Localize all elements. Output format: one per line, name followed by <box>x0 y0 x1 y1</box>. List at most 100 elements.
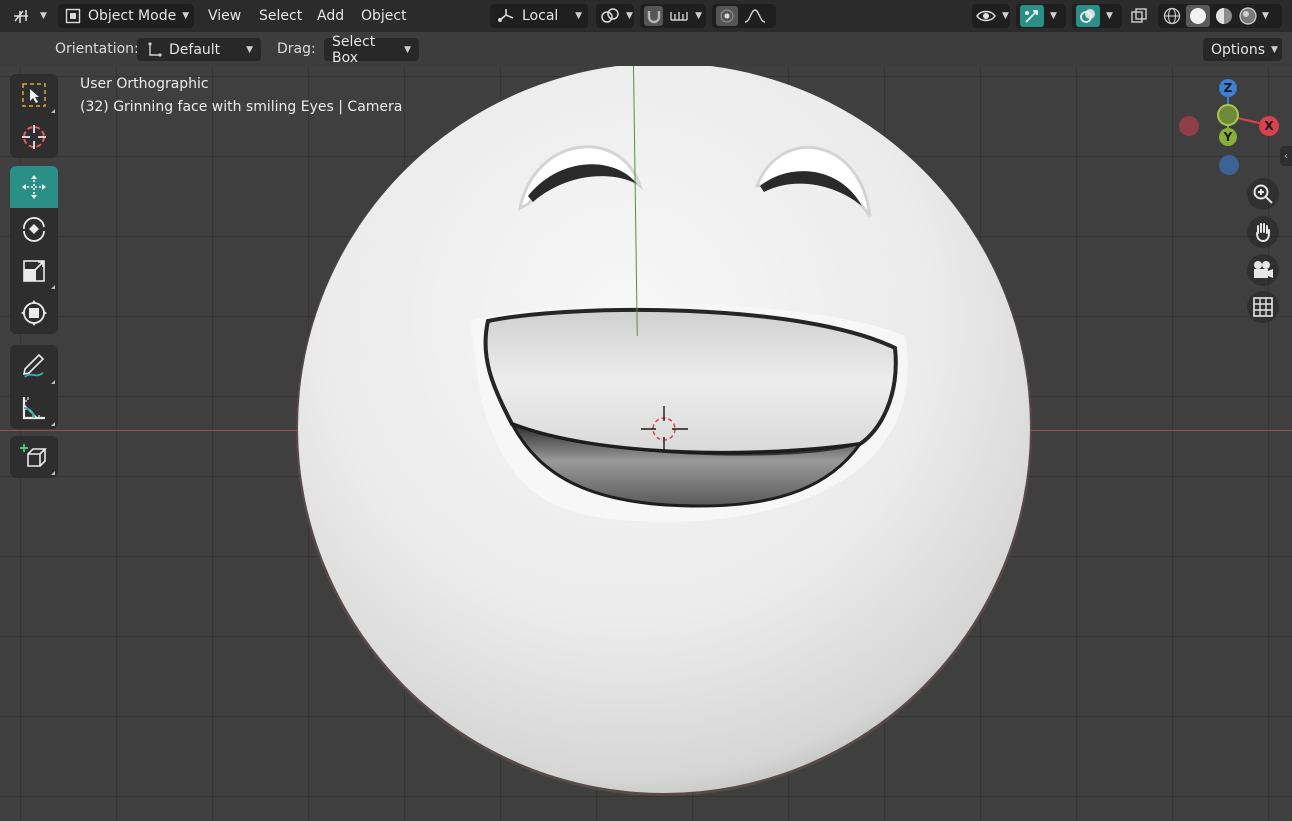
proportional-edit-icon[interactable] <box>716 6 738 26</box>
chevron-left-icon: ‹ <box>1284 150 1288 162</box>
gizmo-y-axis[interactable]: Y <box>1219 128 1237 146</box>
options-dropdown[interactable]: Options ▼ <box>1203 38 1282 61</box>
gizmo-x-label: X <box>1264 119 1274 133</box>
pan-hand-icon <box>1252 221 1274 243</box>
chevron-down-icon: ▼ <box>1262 11 1269 21</box>
move-icon <box>19 172 49 202</box>
zoom-button[interactable] <box>1247 178 1279 210</box>
pivot-link-icon <box>600 7 620 25</box>
menu-object[interactable]: Object <box>361 5 407 27</box>
transform-icon <box>19 298 49 328</box>
gizmo-toggle-group[interactable]: ▼ <box>1016 4 1066 28</box>
object-mode-icon <box>64 7 82 25</box>
falloff-curve-icon[interactable] <box>744 8 766 24</box>
tool-select-box[interactable] <box>10 74 58 116</box>
tool-corner-marker <box>51 285 55 289</box>
menu-add[interactable]: Add <box>317 5 344 27</box>
mode-selector[interactable]: Object Mode ▼ <box>58 4 194 28</box>
transform-orientation-selector[interactable]: Local ▼ <box>490 4 588 28</box>
visibility-selector[interactable]: ▼ <box>972 4 1010 28</box>
editor-type-button[interactable]: ▼ <box>12 4 47 28</box>
orientation-value: Default <box>169 41 221 58</box>
overlay-icon[interactable] <box>1076 5 1100 27</box>
scale-icon <box>20 257 48 285</box>
grid-view-icon <box>1252 296 1274 318</box>
select-box-icon <box>20 81 48 109</box>
chevron-down-icon: ▼ <box>695 11 702 21</box>
3d-viewport[interactable]: User Orthographic (32) Grinning face wit… <box>0 65 1292 821</box>
chevron-down-icon: ▼ <box>1002 11 1009 21</box>
chevron-down-icon: ▼ <box>1271 44 1278 55</box>
tool-corner-marker <box>51 109 55 113</box>
object-info: (32) Grinning face with smiling Eyes | C… <box>80 99 403 115</box>
orientation-label: Orientation: <box>55 41 139 57</box>
drag-value: Select Box <box>332 33 376 66</box>
chevron-down-icon: ▼ <box>626 11 633 21</box>
tool-scale[interactable] <box>10 250 58 292</box>
pan-button[interactable] <box>1247 216 1279 248</box>
add-cube-icon <box>19 442 49 472</box>
tool-corner-marker <box>51 380 55 384</box>
chevron-down-icon: ▼ <box>575 11 582 21</box>
viewport-header: ▼ Object Mode ▼ View Select Add Object L… <box>0 0 1292 32</box>
shading-mode-group[interactable]: ▼ <box>1158 4 1282 28</box>
mode-label: Object Mode <box>88 8 177 24</box>
wireframe-shading-icon[interactable] <box>1162 6 1182 26</box>
snap-increment-icon[interactable] <box>669 8 689 24</box>
tool-cursor[interactable] <box>10 116 58 158</box>
gizmo-z-label: Z <box>1223 81 1233 95</box>
solid-shading-icon[interactable] <box>1186 5 1210 27</box>
orientation-label: Local <box>522 8 559 24</box>
navigation-gizmo[interactable]: Z Y X <box>1170 78 1290 178</box>
sidebar-toggle[interactable]: ‹ <box>1280 146 1292 166</box>
tool-corner-marker <box>51 422 55 426</box>
rendered-shading-icon[interactable] <box>1238 6 1258 26</box>
gizmo-z-axis[interactable]: Z <box>1219 79 1237 97</box>
pivot-point-selector[interactable]: ▼ <box>596 4 634 28</box>
camera-icon <box>1251 259 1275 281</box>
chevron-down-icon: ▼ <box>1050 11 1057 21</box>
gizmo-y-label: Y <box>1223 130 1233 144</box>
menu-select[interactable]: Select <box>259 5 302 27</box>
toggle-grid-view-button[interactable] <box>1247 291 1279 323</box>
gizmo-neg-x-axis[interactable] <box>1179 116 1199 136</box>
orientation-dropdown[interactable]: Default ▼ <box>137 38 261 61</box>
annotate-icon <box>19 351 49 381</box>
upper-teeth <box>483 307 898 455</box>
zoom-icon <box>1252 183 1274 205</box>
overlay-toggle-group[interactable]: ▼ <box>1072 4 1122 28</box>
tool-measure[interactable] <box>10 387 58 429</box>
grid-axes-icon <box>12 7 34 25</box>
tool-transform[interactable] <box>10 292 58 334</box>
gizmo-neg-z-axis[interactable] <box>1219 155 1239 175</box>
view-name: User Orthographic <box>80 76 209 92</box>
xray-toggle[interactable] <box>1130 4 1154 28</box>
magnet-icon[interactable] <box>644 6 664 26</box>
camera-view-button[interactable] <box>1247 254 1279 286</box>
chevron-down-icon: ▼ <box>40 11 47 21</box>
gizmo-x-axis[interactable]: X <box>1259 116 1279 136</box>
grinning-face-model[interactable] <box>0 66 1292 821</box>
menu-view[interactable]: View <box>208 5 241 27</box>
cursor-icon <box>19 122 49 152</box>
gizmo-neg-y-axis[interactable] <box>1217 104 1239 126</box>
material-shading-icon[interactable] <box>1214 6 1234 26</box>
gizmo-icon[interactable] <box>1020 5 1044 27</box>
local-orientation-icon <box>496 7 516 25</box>
tool-corner-marker <box>51 471 55 475</box>
chevron-down-icon: ▼ <box>246 44 253 55</box>
tool-annotate[interactable] <box>10 345 58 387</box>
drag-label: Drag: <box>277 41 316 57</box>
options-label: Options <box>1211 41 1266 58</box>
eye-icon <box>976 8 996 24</box>
chevron-down-icon: ▼ <box>182 11 190 21</box>
tool-move[interactable] <box>10 166 58 208</box>
chevron-down-icon: ▼ <box>404 44 411 55</box>
snapping-group[interactable]: ▼ <box>640 4 706 28</box>
drag-dropdown[interactable]: Select Box ▼ <box>324 34 419 66</box>
xray-icon <box>1130 7 1148 25</box>
proportional-edit-group[interactable] <box>712 4 776 28</box>
tool-rotate[interactable] <box>10 208 58 250</box>
tool-add-cube[interactable] <box>10 436 58 478</box>
rotate-icon <box>19 214 49 244</box>
